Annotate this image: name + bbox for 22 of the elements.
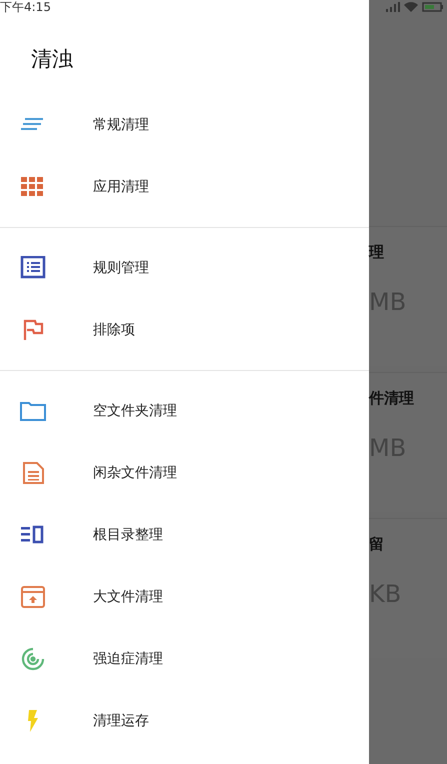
battery-icon — [422, 2, 444, 12]
signal-icon — [386, 2, 400, 12]
menu-item[interactable]: 空文件夹清理 — [93, 402, 177, 420]
drawer-title: 清浊 — [31, 46, 73, 73]
menu-item[interactable]: 排除项 — [93, 321, 135, 339]
menu-item[interactable]: 清理运存 — [93, 712, 149, 730]
menu-item[interactable]: 强迫症清理 — [93, 650, 163, 668]
menu-item[interactable]: 闲杂文件清理 — [93, 464, 177, 482]
menu-item[interactable]: 大文件清理 — [93, 588, 163, 606]
menu-item[interactable]: 常规清理 — [93, 116, 149, 134]
archive-icon — [19, 585, 47, 609]
card-title: 理 — [369, 243, 385, 262]
card-title: 留 — [369, 535, 385, 554]
target-icon — [19, 647, 47, 671]
menu-item[interactable]: 应用清理 — [93, 178, 149, 196]
menu-item[interactable]: 根目录整理 — [93, 526, 163, 544]
menu-item[interactable]: 规则管理 — [93, 259, 149, 277]
wifi-icon — [404, 2, 418, 12]
card-title: 件清理 — [369, 389, 415, 408]
status-time: 下午4:15 — [0, 0, 51, 14]
list-icon — [19, 256, 47, 280]
folder-icon — [19, 399, 47, 423]
